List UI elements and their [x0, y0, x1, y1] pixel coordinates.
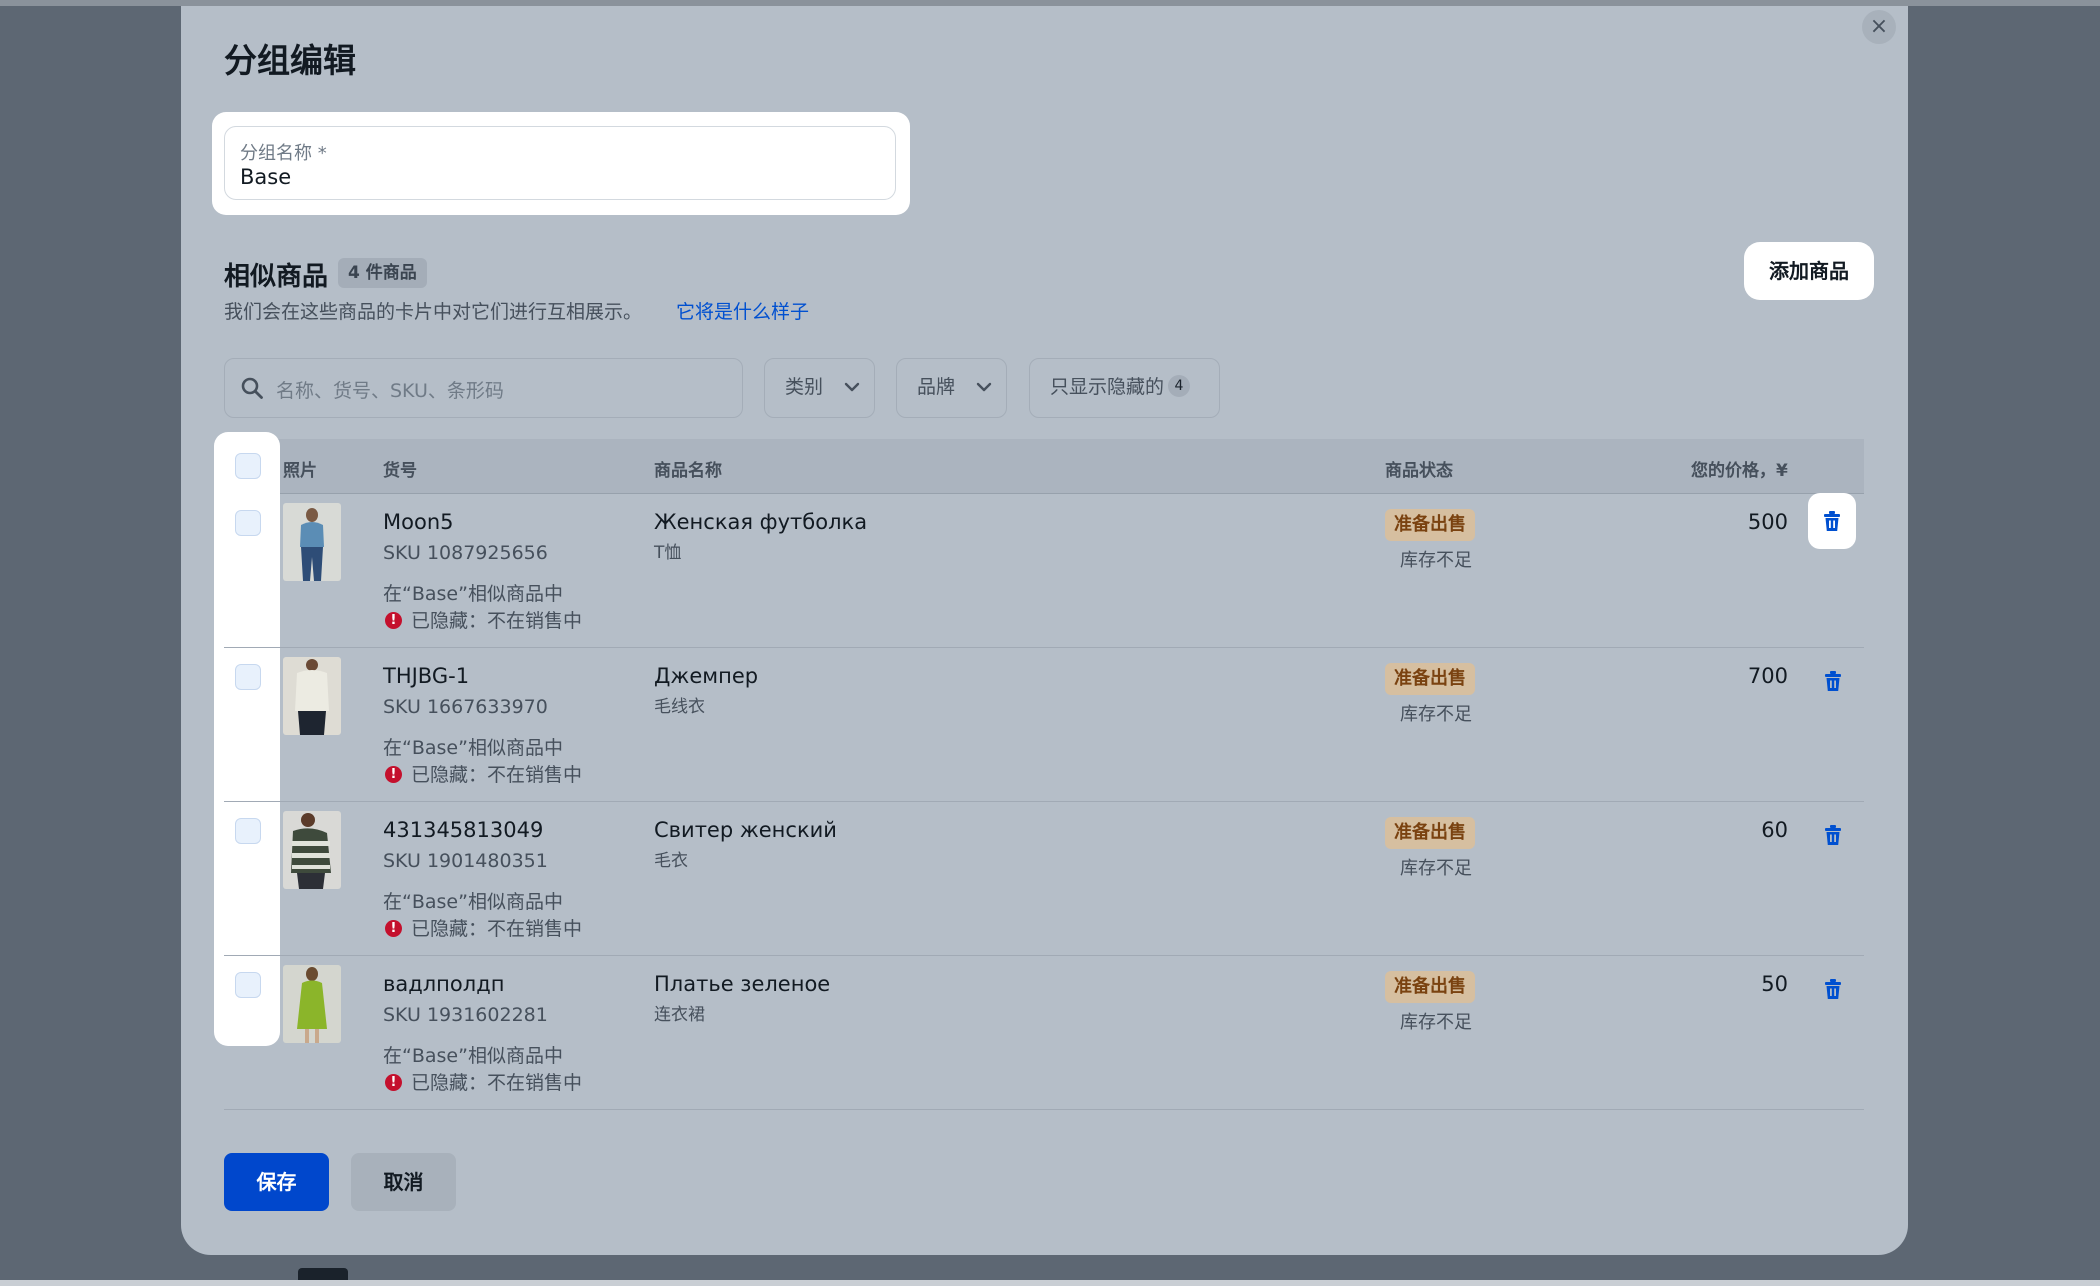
search-icon	[241, 377, 263, 399]
brand-filter-label: 品牌	[917, 376, 956, 398]
header-photo: 照片	[283, 461, 317, 481]
hidden-only-filter[interactable]: 只显示隐藏的 4	[1029, 358, 1220, 418]
product-name[interactable]: Женская футболка	[654, 510, 867, 534]
background-bottom-strip	[0, 1280, 2100, 1286]
warning-icon: !	[385, 920, 402, 937]
group-name-label: 分组名称 *	[240, 143, 327, 164]
table-row: вадлполдп SKU 1931602281 在“Base”相似商品中 ! …	[224, 955, 1864, 1110]
delete-button[interactable]	[1809, 965, 1857, 1013]
stock-status: 库存不足	[1400, 1012, 1472, 1033]
product-category: T恤	[654, 543, 682, 563]
status-badge: 准备出售	[1385, 817, 1475, 849]
category-filter-label: 类别	[785, 376, 824, 398]
product-article[interactable]: Moon5	[383, 510, 454, 534]
product-photo	[283, 503, 341, 581]
warning-icon: !	[385, 766, 402, 783]
status-badge: 准备出售	[1385, 971, 1475, 1003]
status-badge: 准备出售	[1385, 509, 1475, 541]
product-count-badge: 4 件商品	[338, 258, 427, 288]
group-membership-note: 在“Base”相似商品中	[383, 583, 563, 605]
group-membership-note: 在“Base”相似商品中	[383, 891, 563, 913]
delete-button[interactable]	[1809, 657, 1857, 705]
hidden-status-note: 已隐藏：不在销售中	[411, 918, 583, 940]
product-category: 毛线衣	[654, 697, 705, 717]
preview-link[interactable]: 它将是什么样子	[676, 297, 809, 324]
product-name[interactable]: Джемпер	[654, 664, 758, 688]
delete-button[interactable]	[1809, 811, 1857, 859]
product-price: 500	[1747, 510, 1788, 534]
background-element	[298, 1268, 348, 1280]
header-price: 您的价格，¥	[1691, 461, 1788, 481]
product-article[interactable]: 431345813049	[383, 818, 543, 842]
row-checkbox[interactable]	[235, 972, 261, 998]
product-sku: SKU 1087925656	[383, 542, 548, 564]
trash-icon	[1825, 979, 1841, 999]
hidden-status-note: 已隐藏：不在销售中	[411, 610, 583, 632]
close-icon: ×	[1869, 14, 1889, 39]
select-all-checkbox[interactable]	[235, 453, 261, 479]
trash-icon	[1825, 671, 1841, 691]
stock-status: 库存不足	[1400, 858, 1472, 879]
product-category: 毛衣	[654, 851, 688, 871]
row-checkbox[interactable]	[235, 510, 261, 536]
product-price: 700	[1747, 664, 1788, 688]
status-badge: 准备出售	[1385, 663, 1475, 695]
product-price: 50	[1761, 972, 1788, 996]
brand-filter[interactable]: 品牌	[896, 358, 1007, 418]
similar-products-description: 我们会在这些商品的卡片中对它们进行互相展示。	[224, 301, 643, 323]
product-photo	[283, 965, 341, 1043]
hidden-status-note: 已隐藏：不在销售中	[411, 764, 583, 786]
product-sku: SKU 1931602281	[383, 1004, 548, 1026]
product-name[interactable]: Платье зеленое	[654, 972, 830, 996]
trash-icon	[1825, 825, 1841, 845]
delete-button[interactable]	[1808, 493, 1856, 549]
search-placeholder: 名称、货号、SKU、条形码	[276, 380, 504, 402]
save-button[interactable]: 保存	[224, 1153, 329, 1211]
stock-status: 库存不足	[1400, 550, 1472, 571]
product-sku: SKU 1901480351	[383, 850, 548, 872]
dialog-title: 分组编辑	[224, 41, 356, 80]
group-name-field[interactable]: 分组名称 * Base	[224, 126, 896, 200]
table-row: THJBG-1 SKU 1667633970 在“Base”相似商品中 ! 已隐…	[224, 647, 1864, 802]
table-header: 照片 货号 商品名称 商品状态 您的价格，¥	[224, 439, 1864, 494]
warning-icon: !	[385, 612, 402, 629]
warning-icon: !	[385, 1074, 402, 1091]
product-price: 60	[1761, 818, 1788, 842]
product-photo	[283, 811, 341, 889]
table-row: Moon5 SKU 1087925656 在“Base”相似商品中 ! 已隐藏：…	[224, 493, 1864, 648]
hidden-only-label: 只显示隐藏的	[1050, 376, 1165, 398]
group-name-card: 分组名称 * Base	[212, 112, 910, 215]
product-article[interactable]: вадлполдп	[383, 972, 504, 996]
search-input[interactable]: 名称、货号、SKU、条形码	[224, 358, 743, 418]
add-product-button[interactable]: 添加商品	[1744, 242, 1874, 300]
category-filter[interactable]: 类别	[764, 358, 875, 418]
chevron-down-icon	[976, 382, 992, 392]
hidden-status-note: 已隐藏：不在销售中	[411, 1072, 583, 1094]
row-checkbox[interactable]	[235, 818, 261, 844]
cancel-button[interactable]: 取消	[351, 1153, 456, 1211]
row-checkbox[interactable]	[235, 664, 261, 690]
header-product-name: 商品名称	[654, 461, 722, 481]
hidden-count-badge: 4	[1168, 374, 1191, 397]
group-name-value[interactable]: Base	[240, 165, 291, 189]
stock-status: 库存不足	[1400, 704, 1472, 725]
product-sku: SKU 1667633970	[383, 696, 548, 718]
product-article[interactable]: THJBG-1	[383, 664, 469, 688]
product-name[interactable]: Свитер женский	[654, 818, 837, 842]
trash-icon	[1824, 511, 1840, 531]
product-category: 连衣裙	[654, 1005, 705, 1025]
header-article: 货号	[383, 461, 417, 481]
group-membership-note: 在“Base”相似商品中	[383, 1045, 563, 1067]
chevron-down-icon	[844, 382, 860, 392]
similar-products-title: 相似商品	[224, 262, 329, 292]
product-photo	[283, 657, 341, 735]
table-row: 431345813049 SKU 1901480351 在“Base”相似商品中…	[224, 801, 1864, 956]
group-membership-note: 在“Base”相似商品中	[383, 737, 563, 759]
header-status: 商品状态	[1385, 461, 1453, 481]
close-button[interactable]: ×	[1862, 10, 1896, 44]
